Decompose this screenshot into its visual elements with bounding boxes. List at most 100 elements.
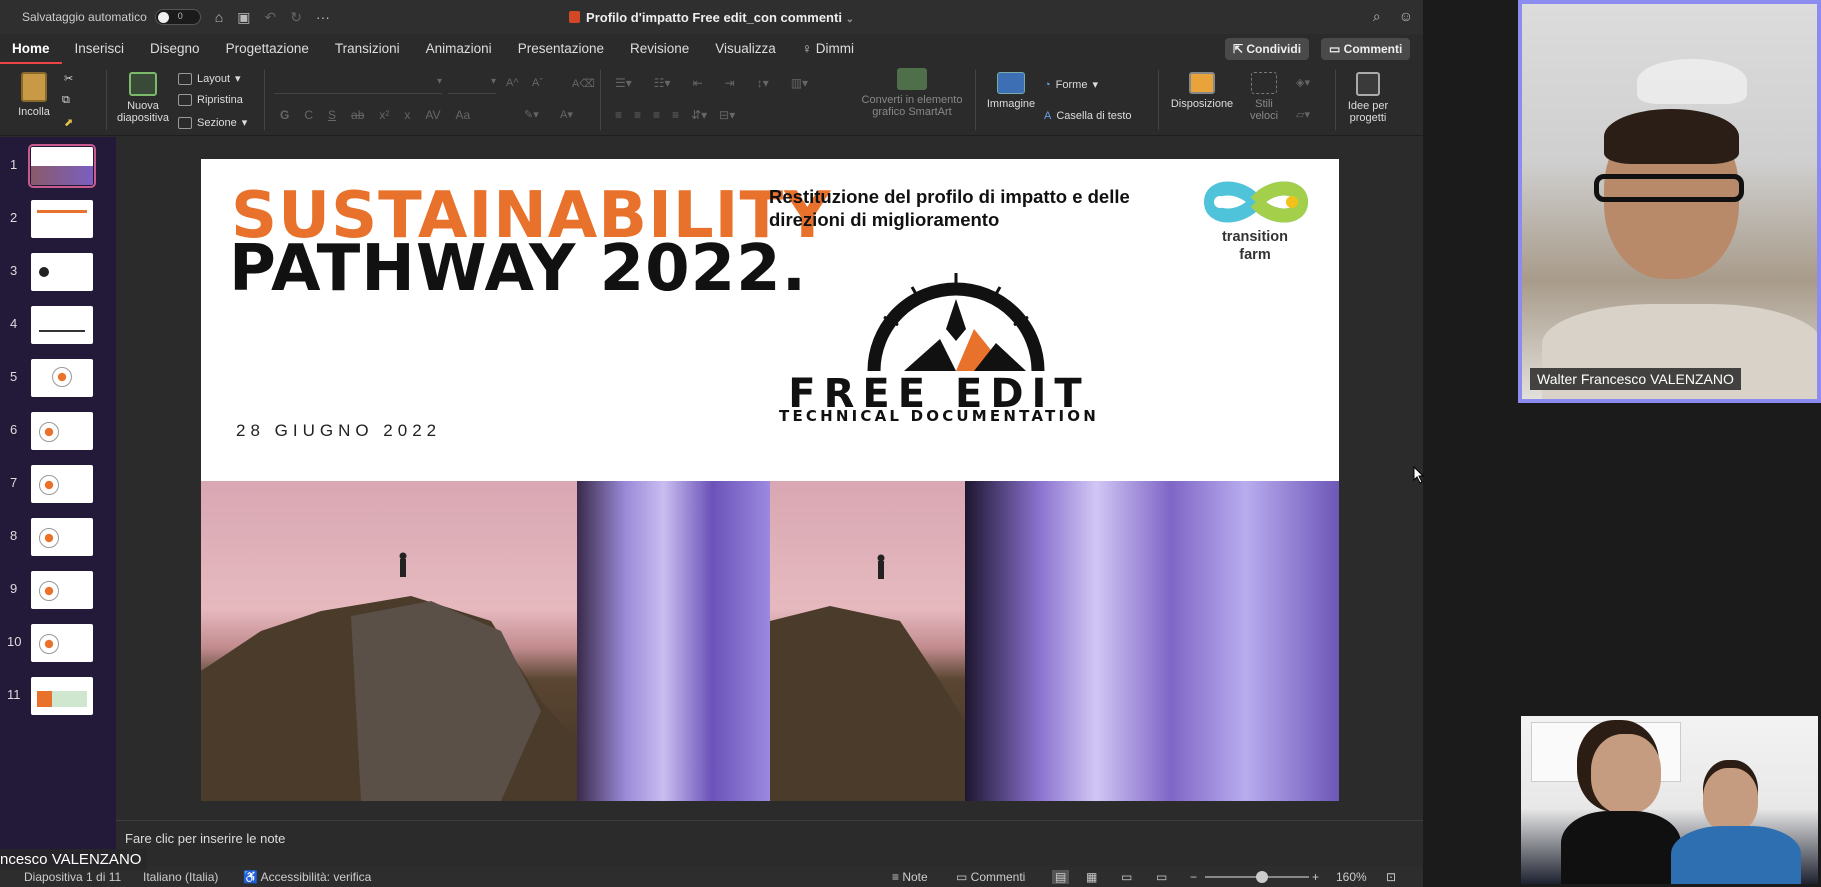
tab-tell-me[interactable]: ♀ Dimmi [789,34,867,64]
outdent-icon[interactable]: ⇤ [693,76,703,90]
autosave-toggle[interactable]: 0 [154,9,201,25]
zoom-in-icon[interactable]: + [1312,870,1319,884]
image-button[interactable]: Immagine [984,72,1038,110]
current-slide[interactable]: SUSTAINABILITY PATHWAY 2022. Restituzion… [201,159,1339,801]
strikethrough-button[interactable]: ab [351,108,364,122]
normal-view-icon[interactable]: ▤ [1052,870,1070,884]
shape-outline-icon[interactable]: ▱▾ [1296,108,1310,121]
slide-subtitle[interactable]: Restituzione del profilo di impatto e de… [769,185,1169,231]
justify-icon[interactable]: ≡ [672,108,679,122]
bullets-icon[interactable]: ☰▾ [615,76,632,90]
section-button[interactable]: Sezione ▾ [178,116,247,129]
slide-thumb[interactable]: 5 [0,359,116,405]
search-icon[interactable]: ⌕ [1373,8,1381,25]
align-center-icon[interactable]: ≡ [634,108,641,122]
slide-thumb[interactable]: 11 [0,677,116,723]
home-icon[interactable]: ⌂ [215,9,223,25]
paste-button[interactable]: Incolla [12,72,56,118]
zoom-slider[interactable] [1205,871,1309,883]
char-spacing-button[interactable]: AV [425,108,440,122]
video-tile-active-speaker[interactable]: Walter Francesco VALENZANO [1518,0,1821,403]
cut-icon[interactable]: ✂ [64,72,73,85]
layout-button[interactable]: Layout ▾ [178,72,241,85]
align-text-icon[interactable]: ⊟▾ [719,108,735,122]
photo-thistle-right[interactable] [965,481,1339,801]
slideshow-icon[interactable]: ▭ [1156,870,1167,884]
font-color-icon[interactable]: A▾ [560,108,573,121]
comments-toggle[interactable]: ▭ Commenti [956,870,1025,884]
undo-icon[interactable]: ↶ [264,9,276,26]
clear-format-icon[interactable]: A⌫ [572,77,595,90]
slide-thumb[interactable]: 2 [0,200,116,246]
italic-button[interactable]: C [304,108,313,122]
reset-button[interactable]: Ripristina [178,94,243,106]
notes-pane[interactable]: Fare clic per inserire le note [116,820,1423,866]
change-case-button[interactable]: Aa [456,108,471,122]
slide-title-line2[interactable]: PATHWAY 2022. [229,232,807,306]
slide-thumb[interactable]: 9 [0,571,116,617]
share-button[interactable]: ⇱ Condividi [1225,38,1310,60]
shrink-font-icon[interactable]: Aˇ [532,77,543,89]
quick-styles-button[interactable]: Stili veloci [1242,72,1286,122]
font-size-select[interactable]: ▾ [448,76,496,94]
numbering-icon[interactable]: ☷▾ [654,76,671,90]
tab-draw[interactable]: Disegno [137,34,213,64]
zoom-level[interactable]: 160% [1336,870,1367,884]
align-left-icon[interactable]: ≡ [615,108,622,122]
notes-toggle[interactable]: ≡ Note [892,870,928,884]
font-name-select[interactable]: ▾ [274,76,442,94]
highlight-icon[interactable]: ✎▾ [524,108,539,121]
align-right-icon[interactable]: ≡ [653,108,660,122]
new-slide-button[interactable]: Nuova diapositiva [112,72,174,124]
format-painter-icon[interactable]: ⬈ [64,116,73,129]
slide-thumb[interactable]: 4 [0,306,116,352]
accessibility-check[interactable]: ♿ Accessibilità: verifica [243,870,371,884]
redo-icon[interactable]: ↻ [290,9,302,26]
shapes-button[interactable]: ◔ Forme ▾ [1044,78,1098,92]
tab-animations[interactable]: Animazioni [413,34,505,64]
indent-icon[interactable]: ⇥ [725,76,735,90]
account-icon[interactable]: ☺ [1399,8,1413,25]
tab-review[interactable]: Revisione [617,34,702,64]
slide-thumb[interactable]: 1 [0,144,116,193]
reading-view-icon[interactable]: ▭ [1121,870,1132,884]
fit-slide-icon[interactable]: ⊡ [1386,870,1396,884]
textbox-button[interactable]: A Casella di testo [1044,110,1132,122]
save-icon[interactable]: ▣ [237,9,250,26]
slide-date[interactable]: 28 GIUGNO 2022 [236,421,441,441]
designer-button[interactable]: Idee per progetti [1340,72,1396,124]
underline-button[interactable]: S [328,108,336,122]
columns-icon[interactable]: ▥▾ [791,76,808,90]
copy-icon[interactable]: ⧉ [62,94,70,107]
arrange-button[interactable]: Disposizione [1166,72,1238,110]
photo-thistle-left[interactable] [577,481,770,801]
slide-sorter-icon[interactable]: ▦ [1086,870,1097,884]
slide-thumb[interactable]: 7 [0,465,116,511]
slide-thumb[interactable]: 10 [0,624,116,670]
tab-slideshow[interactable]: Presentazione [505,34,617,64]
grow-font-icon[interactable]: A^ [506,77,519,89]
zoom-slider-thumb[interactable] [1256,871,1268,883]
superscript-button[interactable]: x² [379,108,389,122]
more-icon[interactable]: ··· [316,9,330,25]
tab-transitions[interactable]: Transizioni [322,34,413,64]
tab-insert[interactable]: Inserisci [62,34,138,64]
subscript-button[interactable]: x [404,108,410,122]
slide-thumb[interactable]: 8 [0,518,116,564]
language-indicator[interactable]: Italiano (Italia) [143,870,218,884]
photo-mountain-right[interactable] [770,481,965,801]
slide-thumb[interactable]: 6 [0,412,116,458]
line-spacing-icon[interactable]: ↕▾ [757,76,769,90]
tab-home[interactable]: Home [0,34,62,64]
shape-fill-icon[interactable]: ◈▾ [1296,76,1310,89]
text-direction-icon[interactable]: ⇵▾ [691,108,707,122]
video-tile-participants[interactable] [1521,716,1818,884]
comments-button[interactable]: ▭ Commenti [1321,38,1411,60]
notes-placeholder[interactable]: Fare clic per inserire le note [125,831,285,846]
zoom-out-icon[interactable]: − [1190,870,1197,884]
smartart-button[interactable]: Converti in elemento grafico SmartArt [858,68,966,118]
photo-mountain-left[interactable] [201,481,577,801]
tab-view[interactable]: Visualizza [702,34,789,64]
slide-thumb[interactable]: 3 [0,253,116,299]
tab-design[interactable]: Progettazione [213,34,322,64]
